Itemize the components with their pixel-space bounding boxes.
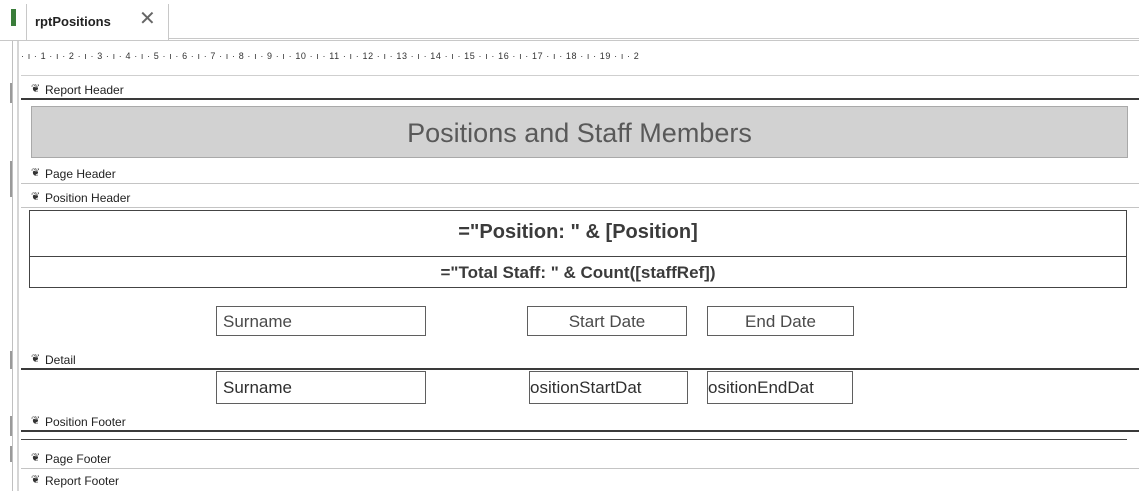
tab-label: rptPositions [35,14,111,29]
section-arrow-icon: ❦ [31,415,41,427]
total-staff-expression-text: ="Total Staff: " & Count([staffRef]) [440,263,716,282]
section-label: Position Header [45,191,131,205]
surname-label[interactable]: Surname [216,306,426,336]
section-bar-position-header[interactable]: ❦ Position Header [21,188,1139,208]
end-date-label-text: End Date [745,312,816,331]
ruler-segment [10,446,12,462]
ruler-segment [10,351,12,369]
section-label: Report Footer [45,474,120,488]
document-tab-strip: rptPositions ✕ [0,0,1139,41]
close-icon[interactable]: ✕ [139,9,156,29]
section-bar-position-footer[interactable]: ❦ Position Footer [21,412,1139,432]
section-label: Page Header [45,167,116,181]
ruler-numbers: · ı · 1 · ı · 2 · ı · 3 · ı · 4 · ı · 5 … [21,51,640,61]
vertical-ruler-edge [12,41,13,491]
section-arrow-icon: ❦ [31,191,41,203]
section-arrow-icon: ❦ [31,167,41,179]
surname-textbox[interactable]: Surname [216,371,426,404]
section-bar-page-header[interactable]: ❦ Page Header [21,164,1139,184]
vertical-ruler[interactable] [0,41,14,491]
section-label: Position Footer [45,415,126,429]
ruler-segment [10,83,12,103]
section-label: Report Header [45,83,124,97]
position-expression-textbox[interactable]: ="Position: " & [Position] [29,210,1127,257]
position-end-date-textbox[interactable]: ositionEndDat [707,371,853,404]
end-date-label[interactable]: End Date [707,306,854,336]
report-title-label[interactable]: Positions and Staff Members [31,106,1128,158]
section-gutter [17,41,19,491]
section-arrow-icon: ❦ [31,474,41,486]
section-arrow-icon: ❦ [31,83,41,95]
section-bar-report-header[interactable]: ❦ Report Header [21,80,1139,100]
report-title-text: Positions and Staff Members [407,118,752,148]
ruler-segment [10,416,12,436]
tab-rptpositions[interactable]: rptPositions ✕ [26,4,169,40]
footer-line [21,439,1127,440]
section-bar-report-footer[interactable]: ❦ Report Footer [21,471,1139,491]
horizontal-ruler[interactable]: · ı · 1 · ı · 2 · ı · 3 · ı · 4 · ı · 5 … [21,41,1139,76]
position-start-date-textbox[interactable]: ositionStartDat [529,371,688,404]
ruler-segment [10,161,12,197]
section-arrow-icon: ❦ [31,452,41,464]
position-expression-text: ="Position: " & [Position] [458,221,698,243]
tabstrip-divider [169,38,1139,39]
total-staff-expression-textbox[interactable]: ="Total Staff: " & Count([staffRef]) [29,256,1127,288]
start-date-label[interactable]: Start Date [527,306,687,336]
section-bar-page-footer[interactable]: ❦ Page Footer [21,449,1139,469]
section-label: Page Footer [45,452,112,466]
report-object-icon [11,9,16,26]
section-bar-detail[interactable]: ❦ Detail [21,350,1139,370]
start-date-label-text: Start Date [568,312,646,331]
section-label: Detail [45,353,76,367]
surname-field-text: Surname [223,378,292,397]
position-end-date-field-text: ositionEndDat [708,378,814,397]
position-start-date-field-text: ositionStartDat [530,378,642,397]
surname-label-text: Surname [223,312,292,331]
section-arrow-icon: ❦ [31,353,41,365]
